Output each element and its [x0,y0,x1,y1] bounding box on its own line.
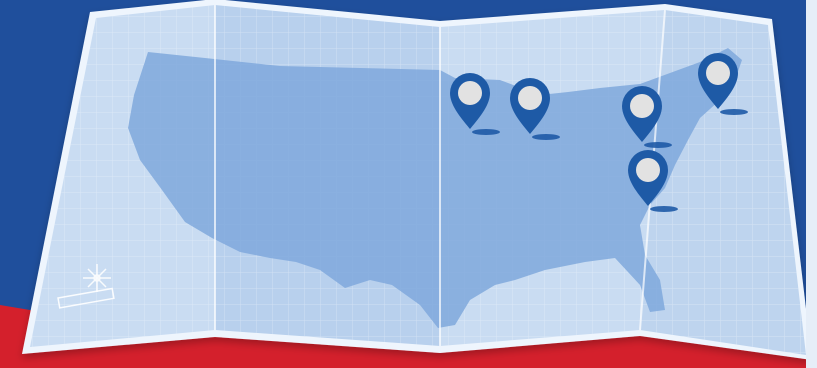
pin-shadow [720,109,748,115]
pin-center [630,94,654,118]
pin-center [706,61,730,85]
pin-shadow [650,206,678,212]
pin-center [458,81,482,105]
folded-map [22,0,812,360]
right-panel-edge [806,0,817,368]
map-illustration [0,0,817,368]
pin-shadow [472,129,500,135]
map-svg [0,0,817,368]
pin-center [518,86,542,110]
pin-shadow [532,134,560,140]
pin-center [636,158,660,182]
pin-shadow [644,142,672,148]
